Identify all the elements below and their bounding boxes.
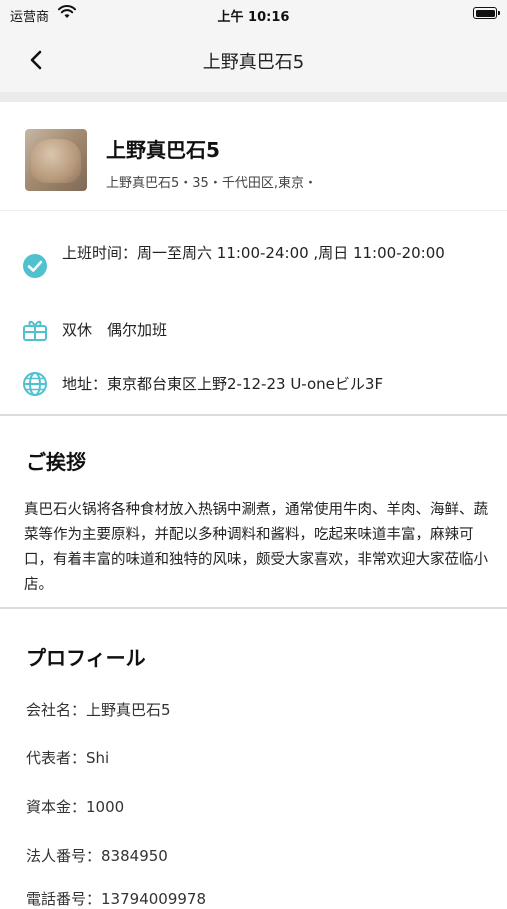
holiday-text: 双休 偶尔加班 xyxy=(62,321,168,339)
profile-value: 上野真巴石5 xyxy=(86,701,171,719)
header-separator xyxy=(0,92,507,102)
greeting-body: 真巴石火锅将各种食材放入热锅中涮煮，通常使用牛肉、羊肉、海鲜、蔬菜等作为主要原料… xyxy=(24,502,488,593)
hours-text: 上班时间：周一至周六 11:00-24:00 ,周日 11:00-20:00 xyxy=(62,241,447,265)
clock: 上午 10:16 xyxy=(217,10,290,25)
profile-label: 電話番号： xyxy=(26,890,102,908)
profile-value: 8384950 xyxy=(101,847,168,865)
profile-row-phone: 電話番号：13794009978 xyxy=(26,888,206,909)
profile-row-capital: 資本金：1000 xyxy=(26,796,124,817)
profile-value: 1000 xyxy=(86,798,125,816)
status-bar: 运营商 上午 10:16 xyxy=(0,0,507,28)
hours-value: 周一至周六 11:00-24:00 ,周日 11:00-20:00 xyxy=(137,244,445,262)
battery-icon xyxy=(473,7,500,19)
profile-row-representative: 代表者：Shi xyxy=(26,747,109,768)
profile-row-company: 会社名：上野真巴石5 xyxy=(26,699,171,720)
address-value: 東京都台東区上野2-12-23 U-oneビル3F xyxy=(107,375,384,393)
address-text: 地址：東京都台東区上野2-12-23 U-oneビル3F xyxy=(62,372,447,396)
check-circle-icon xyxy=(23,254,47,278)
shop-thumbnail xyxy=(25,129,87,191)
greeting-title: ご挨拶 xyxy=(26,450,86,474)
profile-title: プロフィール xyxy=(26,646,146,670)
profile-value: Shi xyxy=(86,749,110,767)
profile-label: 会社名： xyxy=(26,701,87,719)
shop-subtitle: 上野真巴石5・35・千代田区,東京・ xyxy=(106,176,317,191)
shop-info: 上班时间：周一至周六 11:00-24:00 ,周日 11:00-20:00 双… xyxy=(0,211,507,415)
profile-value: 13794009978 xyxy=(101,890,206,908)
profile-label: 法人番号： xyxy=(26,847,102,865)
profile-label: 代表者： xyxy=(26,749,87,767)
profile-row-corporate-number: 法人番号：8384950 xyxy=(26,845,168,866)
globe-icon xyxy=(23,372,47,396)
profile-label: 資本金： xyxy=(26,798,87,816)
navigation-bar: 上野真巴石5 xyxy=(0,28,507,92)
shop-name: 上野真巴石5 xyxy=(106,138,220,162)
gift-icon xyxy=(23,320,47,341)
section-divider xyxy=(0,607,507,609)
page-title: 上野真巴石5 xyxy=(202,52,305,73)
shop-header: 上野真巴石5 上野真巴石5・35・千代田区,東京・ xyxy=(0,102,507,211)
section-divider xyxy=(0,414,507,416)
hours-label: 上班时间： xyxy=(62,244,138,262)
address-label: 地址： xyxy=(62,375,108,393)
